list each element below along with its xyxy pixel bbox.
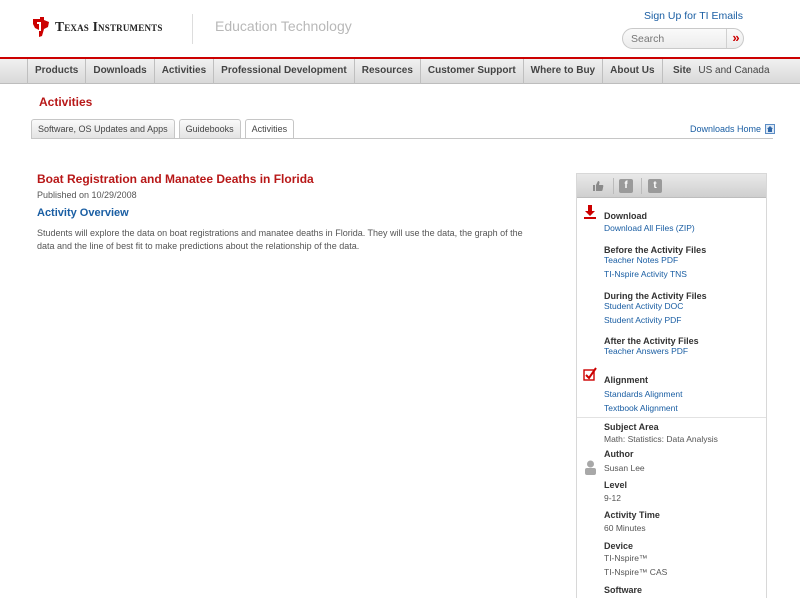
share-separator [613,178,614,194]
nav-products[interactable]: Products [27,59,87,84]
download-icon [584,205,596,219]
search-divider [726,29,727,48]
author-apple-icon [585,460,596,475]
checkbox-icon [583,367,597,381]
level-heading: Level [604,480,628,490]
nav-activities[interactable]: Activities [155,59,215,84]
downloads-home-link[interactable]: Downloads Home [690,124,776,134]
sidebar-divider [577,417,766,418]
teacher-notes-link[interactable]: Teacher Notes PDF [604,255,678,266]
alignment-heading: Alignment [604,375,648,385]
thumbs-up-icon[interactable] [591,179,605,193]
nav-about-us[interactable]: About Us [603,59,663,84]
subject-area-value: Math: Statistics: Data Analysis [604,434,718,444]
ti-logo-icon [33,17,49,37]
search-button[interactable]: » [729,30,743,47]
tab-software[interactable]: Software, OS Updates and Apps [31,119,175,138]
nav-customer-support[interactable]: Customer Support [421,59,524,84]
level-value: 9-12 [604,493,622,503]
subject-area-heading: Subject Area [604,422,659,432]
main-nav: Products Downloads Activities Profession… [0,59,800,84]
page-title: Activities [39,95,93,109]
software-heading: Software [604,585,643,595]
signup-link[interactable]: Sign Up for TI Emails [644,10,743,22]
nav-resources[interactable]: Resources [355,59,421,84]
tab-activities[interactable]: Activities [244,119,295,139]
nav-professional-development[interactable]: Professional Development [214,59,355,84]
student-activity-doc-link[interactable]: Student Activity DOC [604,301,683,312]
textbook-alignment-link[interactable]: Textbook Alignment [604,403,678,414]
tab-guidebooks[interactable]: Guidebooks [178,119,241,138]
nav-where-to-buy[interactable]: Where to Buy [524,59,604,84]
author-value: Susan Lee [604,463,645,473]
home-icon [765,124,776,134]
download-heading: Download [604,211,647,221]
download-all-link[interactable]: Download All Files (ZIP) [604,223,695,234]
activity-description: Students will explore the data on boat r… [37,228,523,251]
nav-downloads[interactable]: Downloads [86,59,155,84]
facebook-icon[interactable]: f [619,179,633,193]
site-header: Texas Instruments Education Technology S… [0,0,800,58]
published-date: Published on 10/29/2008 [37,190,137,200]
activity-time-heading: Activity Time [604,510,660,520]
downloads-home-label: Downloads Home [690,124,762,134]
author-heading: Author [604,449,634,459]
overview-heading: Activity Overview [37,207,129,219]
device-heading: Device [604,541,634,551]
teacher-answers-link[interactable]: Teacher Answers PDF [604,346,688,357]
standards-alignment-link[interactable]: Standards Alignment [604,389,682,400]
header-divider [192,14,193,44]
search-box: » [622,28,744,49]
activity-title: Boat Registration and Manatee Deaths in … [37,172,314,186]
activity-sidebar: f t Download Download All Files (ZIP) Be… [576,173,767,598]
site-selector[interactable]: Site US and Canada [673,59,770,84]
ti-logo-link[interactable]: Texas Instruments [31,16,163,38]
activity-time-value: 60 Minutes [604,523,646,533]
device-value-nspire-cas: TI-Nspire™ CAS [604,567,668,577]
share-bar: f t [577,174,766,198]
site-label: Site [673,65,692,76]
tab-divider [31,138,773,139]
site-value: US and Canada [698,65,770,76]
student-activity-pdf-link[interactable]: Student Activity PDF [604,315,681,326]
search-input[interactable] [631,32,723,46]
logo-text: Texas Instruments [55,19,163,34]
tagline: Education Technology [215,18,352,34]
tns-activity-link[interactable]: TI-Nspire Activity TNS [604,269,687,280]
twitter-icon[interactable]: t [648,179,662,193]
device-value-nspire: TI-Nspire™ [604,553,648,563]
tab-bar: Software, OS Updates and Apps Guidebooks… [31,119,298,139]
share-separator [641,178,642,194]
